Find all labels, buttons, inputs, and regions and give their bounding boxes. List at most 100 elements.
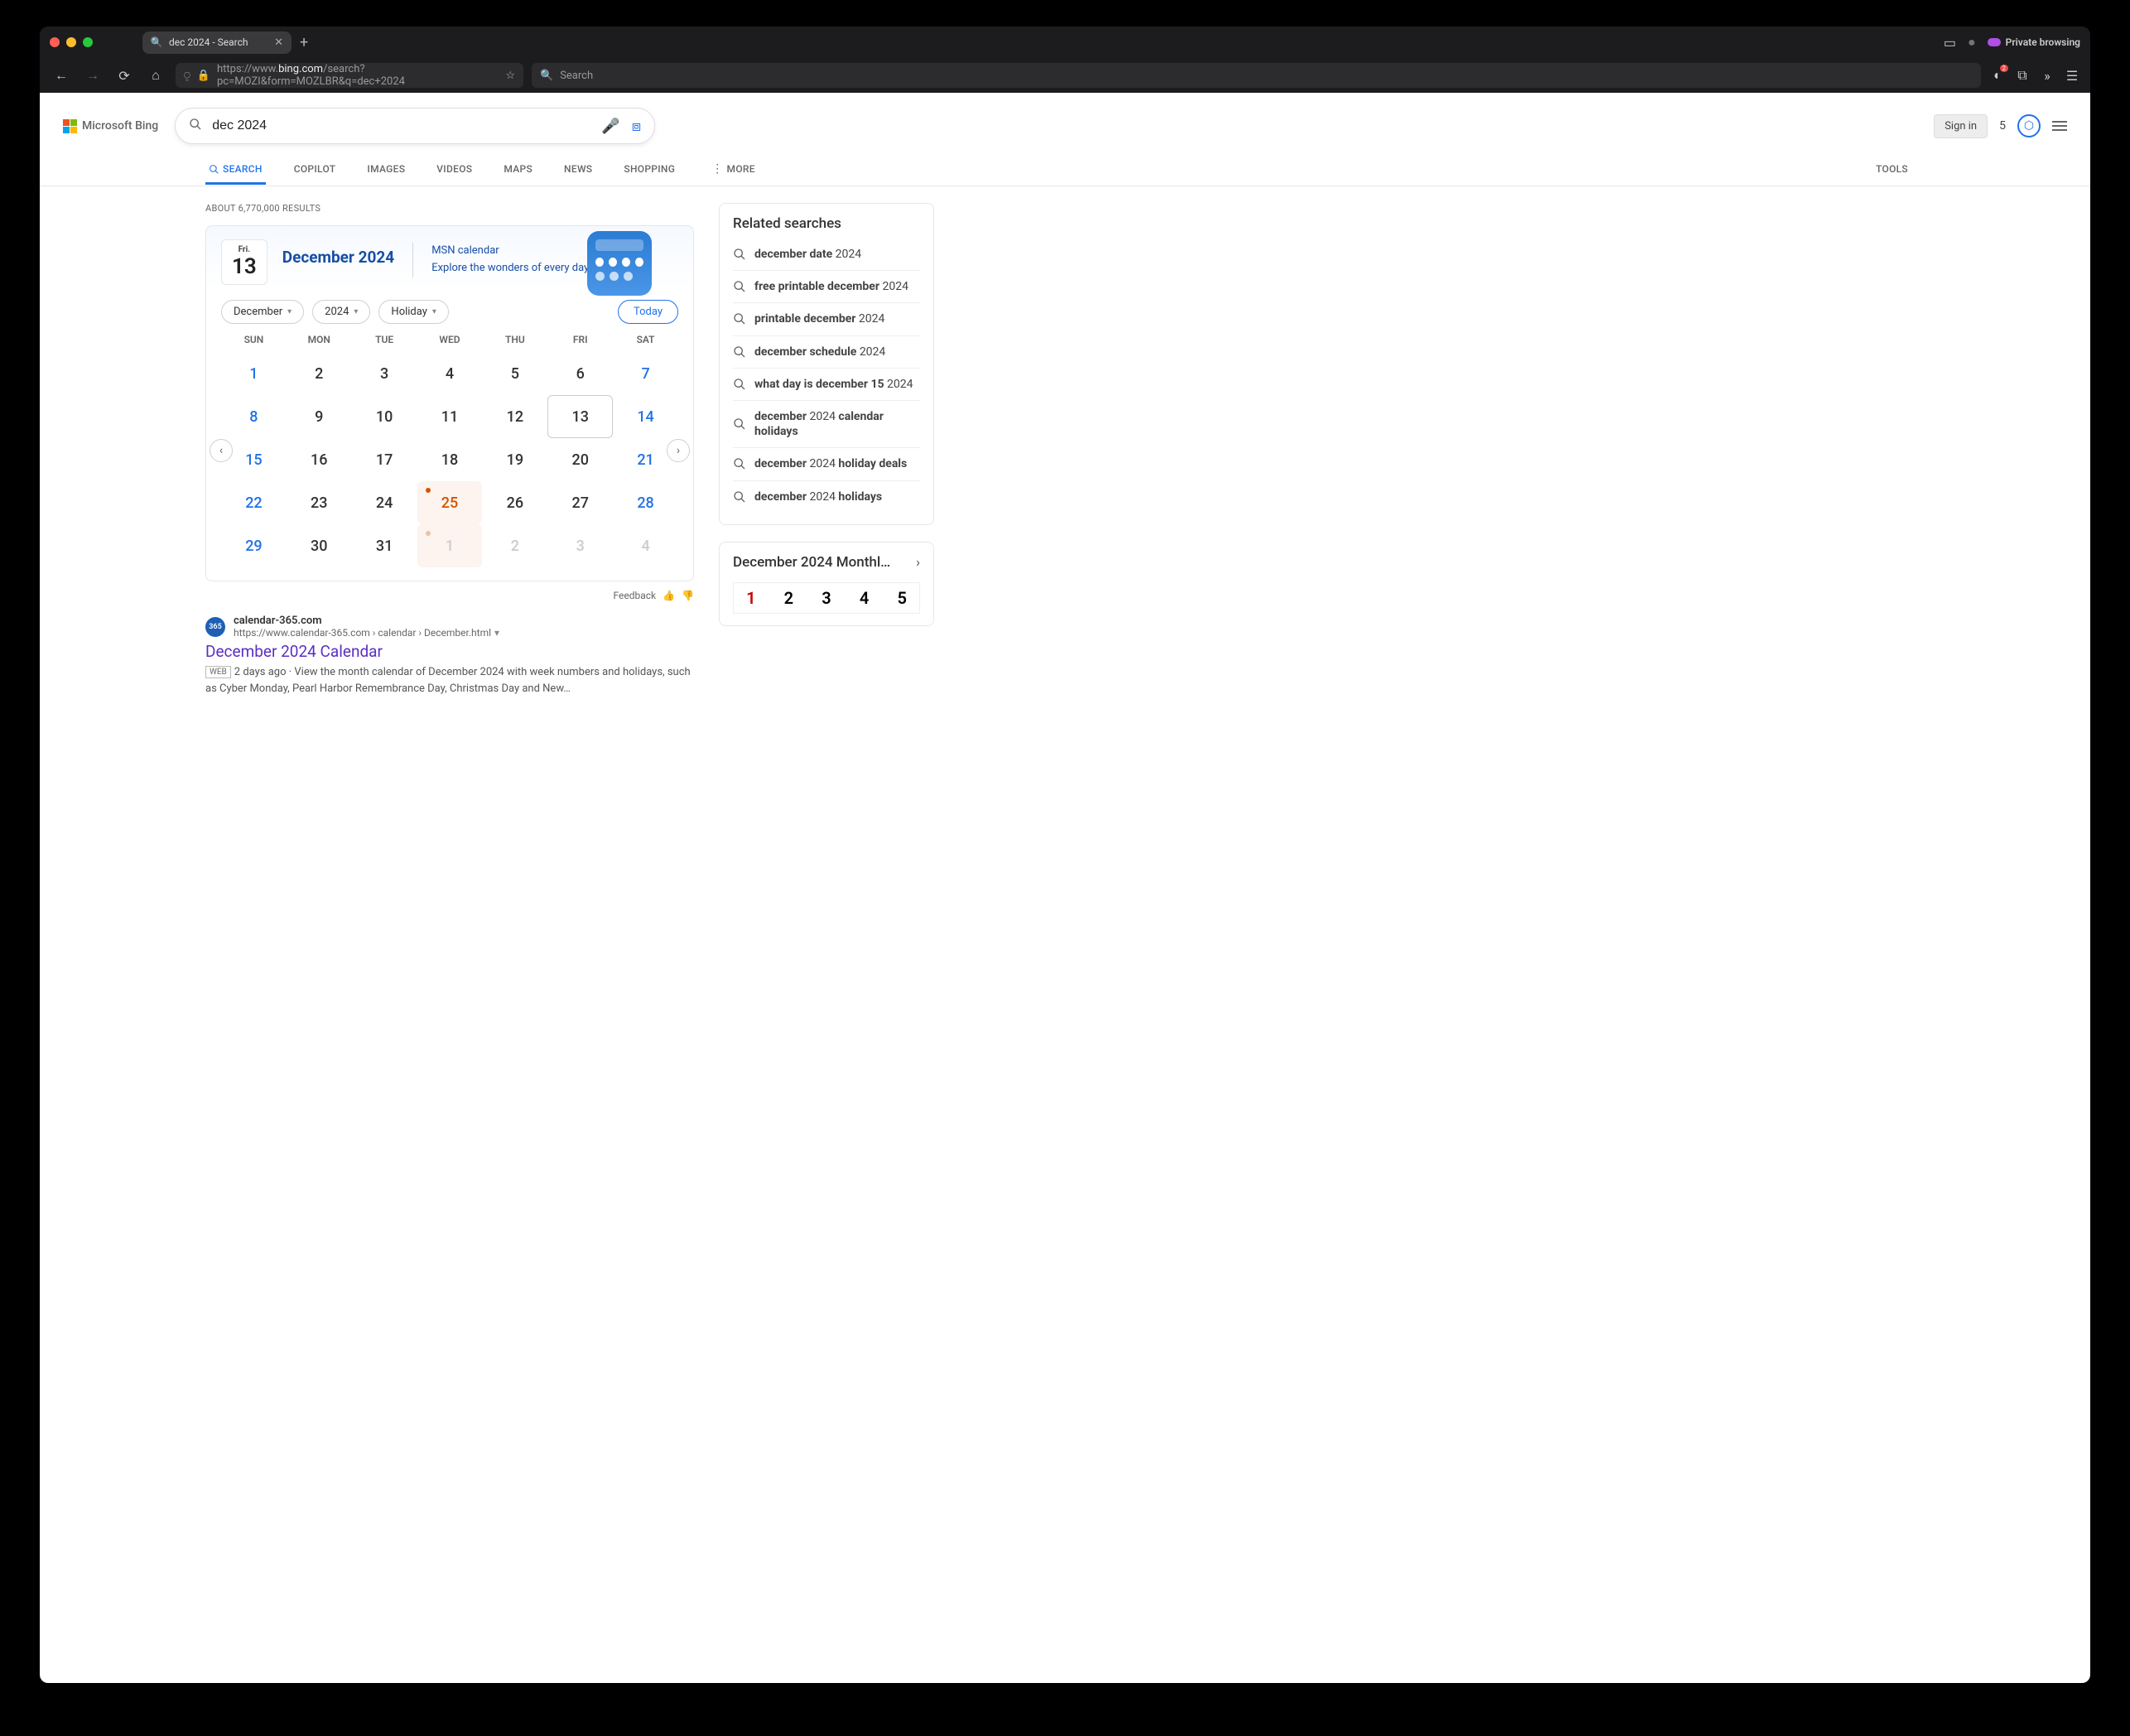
tab-images[interactable]: IMAGES — [364, 153, 408, 185]
overflow-icon[interactable]: » — [2039, 67, 2055, 84]
calendar-day[interactable]: 30 — [287, 524, 352, 567]
holiday-selector[interactable]: Holiday▾ — [378, 300, 449, 324]
calendar-day[interactable]: 18 — [417, 438, 483, 481]
calendar-day[interactable]: 11 — [417, 395, 483, 438]
msn-calendar-sub-link[interactable]: Explore the wonders of every day — [431, 262, 589, 274]
related-search-item[interactable]: printable december 2024 — [733, 302, 920, 335]
calendar-day[interactable]: 12 — [482, 395, 547, 438]
calendar-day[interactable]: 17 — [352, 438, 417, 481]
calendar-day[interactable]: 4 — [613, 524, 678, 567]
related-search-item[interactable]: free printable december 2024 — [733, 270, 920, 302]
mini-cal-day: 1 — [746, 588, 755, 608]
related-search-item[interactable]: december date 2024 — [733, 239, 920, 270]
calendar-app-icon — [587, 231, 652, 296]
maximize-window[interactable] — [83, 37, 93, 47]
lock-icon[interactable]: 🔒 — [197, 70, 210, 82]
close-tab-icon[interactable]: ✕ — [274, 36, 283, 49]
today-button[interactable]: Today — [618, 300, 678, 324]
month-selector[interactable]: December▾ — [221, 300, 304, 324]
menu-icon[interactable]: ☰ — [2064, 67, 2080, 84]
msn-calendar-link[interactable]: MSN calendar — [431, 244, 499, 257]
calendar-day[interactable]: 2 — [287, 352, 352, 395]
result-title-link[interactable]: December 2024 Calendar — [205, 642, 694, 661]
thumbs-up-icon[interactable]: 👍 — [663, 590, 675, 601]
reload-button[interactable]: ⟳ — [113, 64, 136, 87]
browser-search-bar[interactable]: 🔍 Search — [532, 63, 1981, 88]
tab-copilot[interactable]: COPILOT — [291, 153, 340, 185]
related-search-item[interactable]: what day is december 15 2024 — [733, 368, 920, 400]
thumbs-down-icon[interactable]: 👎 — [682, 590, 694, 601]
calendar-day[interactable]: 3 — [352, 352, 417, 395]
bookmark-star-icon[interactable]: ☆ — [505, 70, 515, 82]
related-search-item[interactable]: december 2024 holiday deals — [733, 447, 920, 480]
tab-more[interactable]: ⋮MORE — [708, 152, 759, 186]
minimize-window[interactable] — [66, 37, 76, 47]
search-icon — [733, 312, 746, 326]
signin-button[interactable]: Sign in — [1934, 114, 1988, 138]
tab-videos[interactable]: VIDEOS — [433, 153, 475, 185]
calendar-day[interactable]: 14 — [613, 395, 678, 438]
related-search-item[interactable]: december schedule 2024 — [733, 335, 920, 368]
tab-news[interactable]: NEWS — [561, 153, 595, 185]
calendar-day[interactable]: 9 — [287, 395, 352, 438]
related-search-item[interactable]: december 2024 calendar holidays — [733, 400, 920, 447]
downloads-icon[interactable]: ▭ — [1944, 35, 1956, 51]
calendar-day[interactable]: 21 — [613, 438, 678, 481]
monthly-calendar-card[interactable]: December 2024 Monthl… › 12345 — [719, 542, 934, 626]
image-search-icon[interactable]: ⧈ — [632, 118, 641, 135]
browser-tab[interactable]: 🔍 dec 2024 - Search ✕ — [142, 31, 292, 54]
calendar-day[interactable]: 25 — [417, 481, 483, 524]
address-bar[interactable]: ⍜ 🔒 https://www.bing.com/search?pc=MOZI&… — [176, 63, 523, 88]
settings-hamburger-icon[interactable] — [2052, 121, 2067, 131]
bing-logo[interactable]: Microsoft Bing — [63, 119, 158, 133]
tab-tools[interactable]: TOOLS — [1872, 153, 1925, 185]
calendar-day[interactable]: 6 — [547, 352, 613, 395]
chevron-down-icon[interactable]: ▾ — [494, 627, 499, 639]
calendar-day[interactable]: 3 — [547, 524, 613, 567]
calendar-day[interactable]: 2 — [482, 524, 547, 567]
calendar-day[interactable]: 31 — [352, 524, 417, 567]
result-url[interactable]: https://www.calendar-365.com › calendar … — [234, 627, 499, 639]
chevron-right-icon[interactable]: › — [916, 554, 920, 570]
tab-shopping[interactable]: SHOPPING — [620, 153, 678, 185]
new-tab-button[interactable]: + — [300, 34, 308, 51]
calendar-day[interactable]: 8 — [221, 395, 287, 438]
window-controls[interactable] — [50, 37, 93, 47]
calendar-day[interactable]: 19 — [482, 438, 547, 481]
tab-search[interactable]: SEARCH — [205, 153, 266, 185]
rewards-icon[interactable]: ⬡ — [2017, 114, 2041, 137]
calendar-day[interactable]: 23 — [287, 481, 352, 524]
calendar-day[interactable]: 10 — [352, 395, 417, 438]
calendar-day[interactable]: 5 — [482, 352, 547, 395]
extension-icon[interactable]: ◐2 — [1989, 67, 2006, 84]
related-search-item[interactable]: december 2024 holidays — [733, 480, 920, 513]
voice-search-icon[interactable]: 🎤 — [601, 118, 619, 135]
calendar-day[interactable]: 27 — [547, 481, 613, 524]
calendar-day[interactable]: 29 — [221, 524, 287, 567]
feedback-label[interactable]: Feedback — [613, 590, 656, 601]
calendar-day[interactable]: 20 — [547, 438, 613, 481]
shield-icon[interactable]: ⍜ — [184, 70, 190, 82]
calendar-day[interactable]: 26 — [482, 481, 547, 524]
calendar-day[interactable]: 7 — [613, 352, 678, 395]
calendar-day[interactable]: 22 — [221, 481, 287, 524]
year-selector[interactable]: 2024▾ — [312, 300, 370, 324]
account-icon[interactable]: ● — [1968, 34, 1976, 51]
tab-maps[interactable]: MAPS — [500, 153, 536, 185]
calendar-day[interactable]: 16 — [287, 438, 352, 481]
search-icon[interactable] — [189, 118, 202, 134]
calendar-day[interactable]: 28 — [613, 481, 678, 524]
monthly-card-title: December 2024 Monthl… — [733, 554, 890, 571]
calendar-day[interactable]: 13 — [547, 395, 613, 438]
calendar-day[interactable]: 4 — [417, 352, 483, 395]
search-input[interactable] — [212, 118, 591, 133]
calendar-day[interactable]: 24 — [352, 481, 417, 524]
calendar-day[interactable]: 1 — [417, 524, 483, 567]
close-window[interactable] — [50, 37, 60, 47]
home-button[interactable]: ⌂ — [144, 64, 167, 87]
calendar-day[interactable]: 15 — [221, 438, 287, 481]
back-button[interactable]: ← — [50, 64, 73, 87]
extensions-puzzle-icon[interactable]: ⧉ — [2014, 67, 2031, 84]
calendar-day[interactable]: 1 — [221, 352, 287, 395]
bing-search-box[interactable]: 🎤 ⧈ — [175, 108, 655, 144]
